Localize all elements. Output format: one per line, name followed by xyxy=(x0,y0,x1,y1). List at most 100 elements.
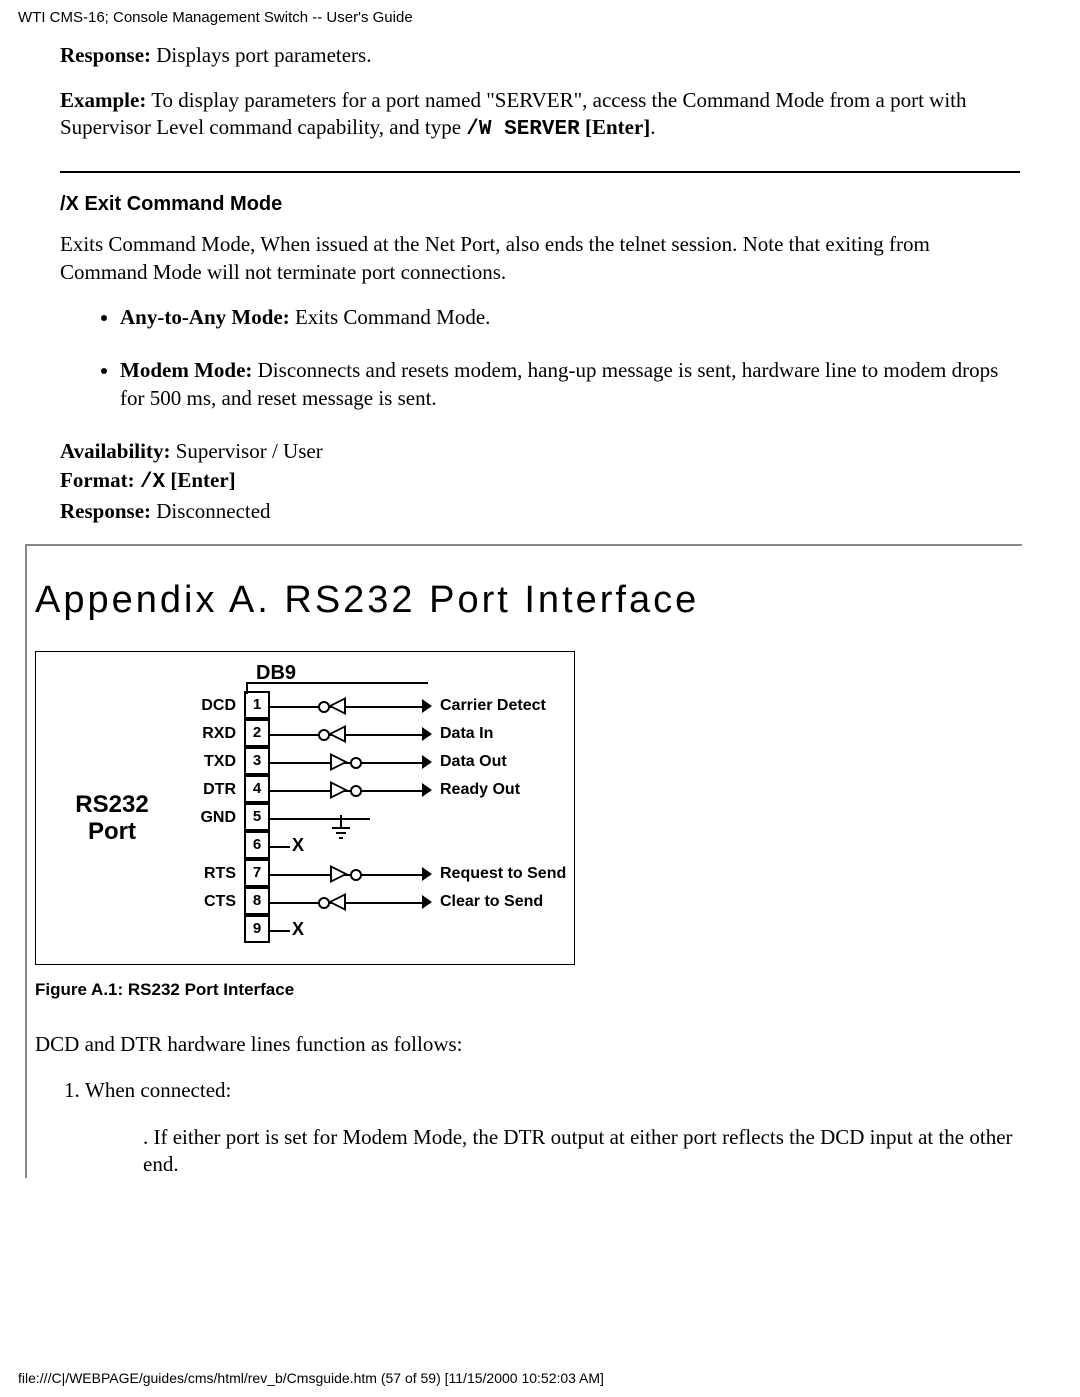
pin-wire xyxy=(270,733,430,735)
sub-item-1: If either port is set for Modem Mode, th… xyxy=(143,1124,1022,1179)
pin-signal: DTR xyxy=(186,780,244,801)
pin-number-box: 1 xyxy=(244,691,270,719)
buffer-out-icon xyxy=(330,865,348,883)
arrow-right-icon xyxy=(422,727,432,741)
section-x-meta: Availability: Supervisor / User Format: … xyxy=(60,438,1020,526)
example-enter: [Enter] xyxy=(580,115,651,139)
pin-signal: RXD xyxy=(186,724,244,745)
example-paragraph: Example: To display parameters for a por… xyxy=(60,87,1020,144)
bullet-label: Any-to-Any Mode: xyxy=(120,305,290,329)
buffer-in-icon xyxy=(328,725,346,743)
buffer-in-icon xyxy=(328,697,346,715)
availability-text: Supervisor / User xyxy=(170,439,322,463)
pin-signal: TXD xyxy=(186,752,244,773)
arrow-right-icon xyxy=(422,867,432,881)
pin-wire xyxy=(270,761,430,763)
pin-number-box: 5 xyxy=(244,803,270,831)
format-line: Format: /X [Enter] xyxy=(60,467,1020,496)
numbered-item-1-sublist: If either port is set for Modem Mode, th… xyxy=(85,1124,1022,1179)
db9-bus-line xyxy=(246,682,428,694)
pin-description: Ready Out xyxy=(430,780,520,801)
example-command: /W SERVER xyxy=(466,118,579,141)
rs232-port-label: RS232 Port xyxy=(42,791,186,846)
numbered-item-1-text: When connected: xyxy=(85,1078,231,1102)
no-connect-icon: X xyxy=(292,918,304,941)
inverter-bubble-icon xyxy=(350,785,362,797)
pin-row-2: RXD2Data In xyxy=(186,720,566,748)
arrow-right-icon xyxy=(422,783,432,797)
pin-number-box: 8 xyxy=(244,887,270,915)
pin-signal: CTS xyxy=(186,892,244,913)
appendix-numbered-list: When connected: If either port is set fo… xyxy=(27,1077,1022,1179)
response-text-2: Disconnected xyxy=(151,499,271,523)
pin-description: Request to Send xyxy=(430,864,566,885)
format-command: /X xyxy=(140,471,165,494)
appendix-frame: Appendix A. RS232 Port Interface DB9 RS2… xyxy=(25,544,1022,1179)
pin-wire xyxy=(270,789,430,791)
arrow-right-icon xyxy=(422,699,432,713)
pin-number-box: 4 xyxy=(244,775,270,803)
page-header: WTI CMS-16; Console Management Switch --… xyxy=(0,0,1080,28)
pin-signal: GND xyxy=(186,808,244,829)
format-label: Format: xyxy=(60,468,140,492)
pin-wire xyxy=(270,901,430,903)
pin-wire: X xyxy=(270,929,430,931)
format-enter: [Enter] xyxy=(165,468,236,492)
pin-signal: RTS xyxy=(186,864,244,885)
no-connect-icon: X xyxy=(292,834,304,857)
response-paragraph: Response: Displays port parameters. xyxy=(60,42,1020,69)
numbered-item-1: When connected: If either port is set fo… xyxy=(85,1077,1022,1179)
appendix-post-text: DCD and DTR hardware lines function as f… xyxy=(35,1031,1022,1058)
appendix-title: Appendix A. RS232 Port Interface xyxy=(35,576,1022,625)
section-x-bullet-list: Any-to-Any Mode: Exits Command Mode. Mod… xyxy=(60,304,1020,412)
section-divider xyxy=(60,171,1020,173)
pin-wire xyxy=(270,705,430,707)
pin-number-box: 9 xyxy=(244,915,270,943)
arrow-right-icon xyxy=(422,755,432,769)
pin-description: Clear to Send xyxy=(430,892,543,913)
rs232-label-line2: Port xyxy=(88,818,136,845)
figure-caption: Figure A.1: RS232 Port Interface xyxy=(35,979,1022,1001)
pin-row-7: RTS7 Request to Send xyxy=(186,860,566,888)
pin-number-box: 3 xyxy=(244,747,270,775)
bullet-label: Modem Mode: xyxy=(120,358,252,382)
pin-number-box: 2 xyxy=(244,719,270,747)
pin-row-3: TXD3 Data Out xyxy=(186,748,566,776)
pin-row-5: GND5 xyxy=(186,804,566,832)
document-page: WTI CMS-16; Console Management Switch --… xyxy=(0,0,1080,1397)
bullet-text: Disconnects and resets modem, hang-up me… xyxy=(120,358,998,409)
inverter-bubble-icon xyxy=(350,757,362,769)
buffer-out-icon xyxy=(330,753,348,771)
pin-wire xyxy=(270,817,430,819)
pin-stack: DCD1Carrier DetectRXD2Data In TXD3 Data Ou… xyxy=(186,692,566,944)
pin-wire: X xyxy=(270,845,430,847)
pin-row-1: DCD1Carrier Detect xyxy=(186,692,566,720)
pin-row-6: 6X xyxy=(186,832,566,860)
pin-row-9: 9X xyxy=(186,916,566,944)
section-x-intro: Exits Command Mode, When issued at the N… xyxy=(60,231,1020,286)
inverter-bubble-icon xyxy=(350,869,362,881)
response-line-2: Response: Disconnected xyxy=(60,498,1020,525)
pin-number-box: 7 xyxy=(244,859,270,887)
db9-diagram: DB9 RS232 Port DCD1Carrier DetectRXD2Dat… xyxy=(35,651,575,965)
pin-row-4: DTR4 Ready Out xyxy=(186,776,566,804)
example-period: . xyxy=(650,115,655,139)
bullet-any-to-any: Any-to-Any Mode: Exits Command Mode. xyxy=(120,304,1020,331)
pin-description: Data Out xyxy=(430,752,507,773)
example-label: Example: xyxy=(60,88,146,112)
section-x-heading: /X Exit Command Mode xyxy=(60,191,1020,217)
bullet-modem-mode: Modem Mode: Disconnects and resets modem… xyxy=(120,357,1020,412)
ground-icon xyxy=(340,815,342,827)
pin-row-8: CTS8 Clear to Send xyxy=(186,888,566,916)
buffer-in-icon xyxy=(328,893,346,911)
pin-signal: DCD xyxy=(186,696,244,717)
response-text: Displays port parameters. xyxy=(151,43,371,67)
response-label: Response: xyxy=(60,43,151,67)
response-label-2: Response: xyxy=(60,499,151,523)
page-content: Response: Displays port parameters. Exam… xyxy=(0,28,1080,1179)
page-footer: file:///C|/WEBPAGE/guides/cms/html/rev_b… xyxy=(18,1369,604,1387)
availability-label: Availability: xyxy=(60,439,170,463)
arrow-right-icon xyxy=(422,895,432,909)
buffer-out-icon xyxy=(330,781,348,799)
pin-wire xyxy=(270,873,430,875)
